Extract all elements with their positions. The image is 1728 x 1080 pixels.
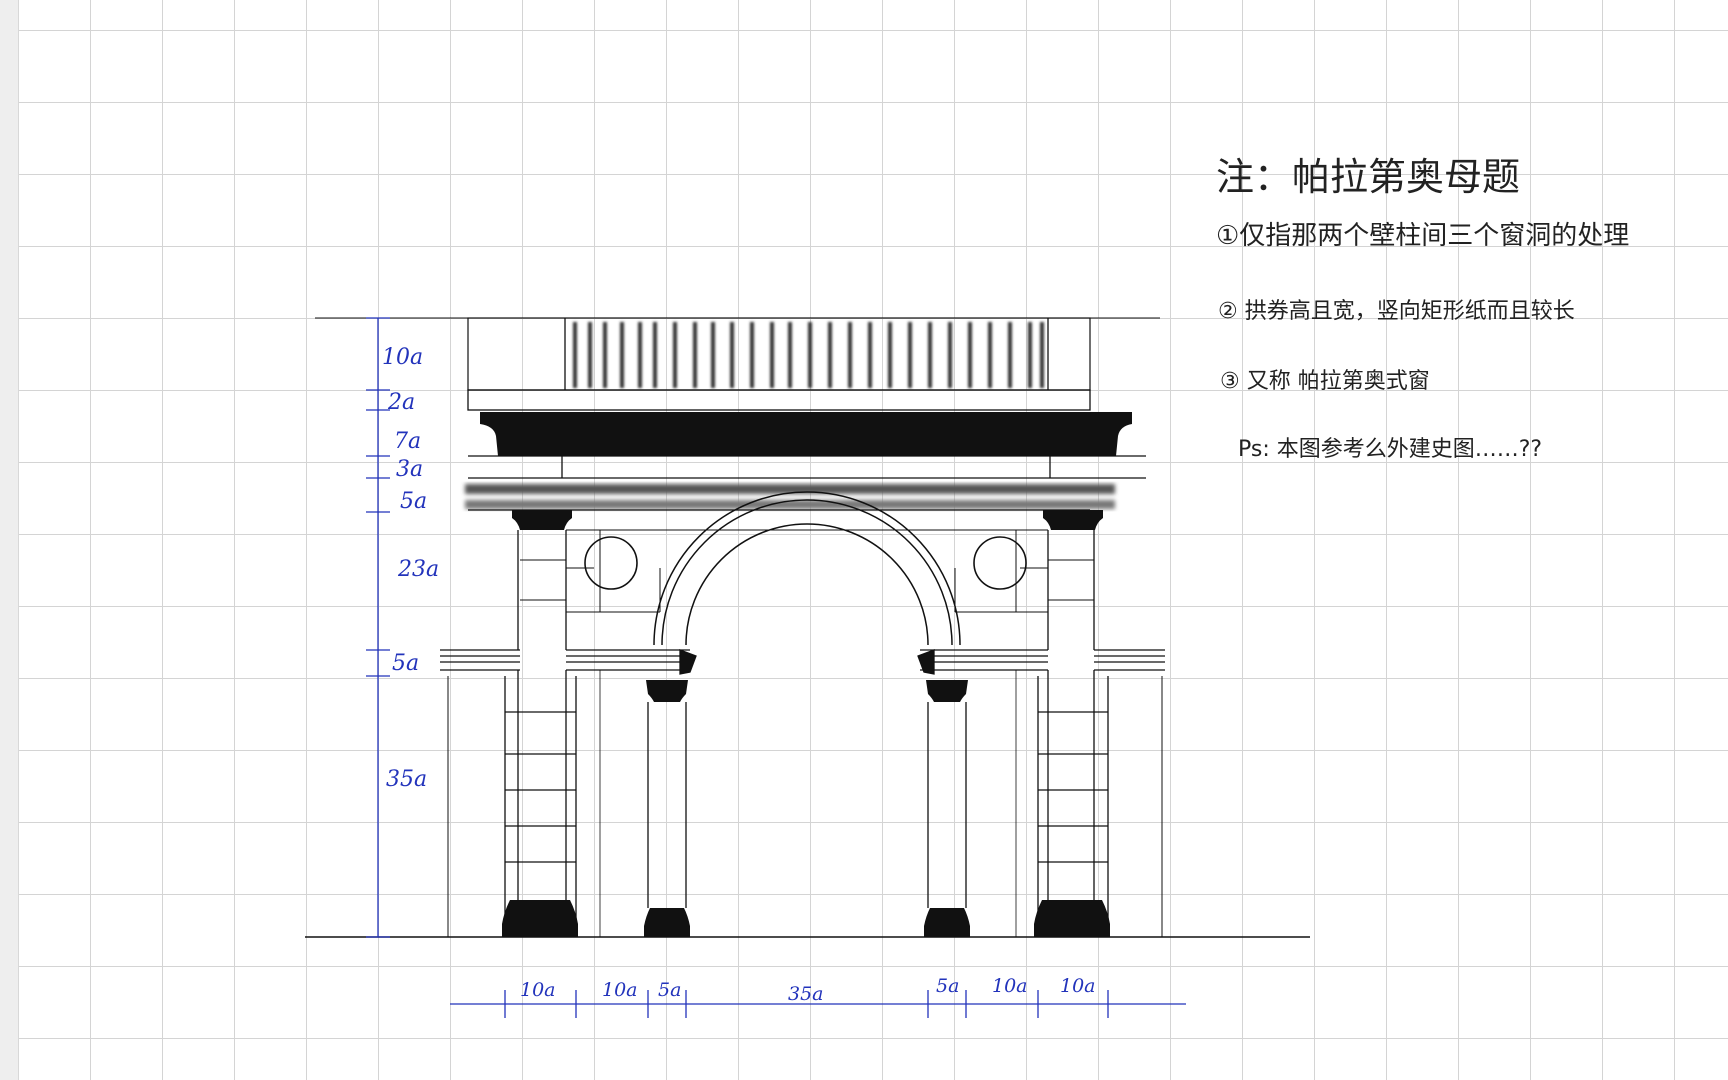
notes-block: 注：帕拉第奥母题 ①仅指那两个壁柱间三个窗洞的处理 ② 拱券高且宽，竖向矩形纸而… [1216, 155, 1629, 462]
right-pilaster-base [1034, 900, 1110, 937]
vertical-dimension-chain [366, 317, 390, 938]
left-pilaster-base [502, 900, 578, 937]
right-oculus [973, 536, 1027, 590]
central-arch [653, 491, 961, 646]
right-column-capital [926, 680, 968, 702]
right-pilaster-lower [1037, 670, 1109, 937]
dim-label-5a-column-left: 5a [658, 979, 681, 1001]
dim-label-35a-height: 35a [386, 767, 427, 792]
left-column-capital [646, 680, 688, 702]
dim-label-10a-pilaster-right: 10a [1060, 975, 1096, 997]
black-cornice [480, 412, 1132, 456]
left-pilaster-lower [504, 670, 577, 937]
notes-item-2: ② 拱券高且宽，竖向矩形纸而且较长 [1218, 299, 1575, 324]
notes-item-1: ①仅指那两个壁柱间三个窗洞的处理 [1216, 221, 1629, 251]
dim-label-23a: 23a [397, 557, 439, 582]
dim-label-2a: 2a [387, 390, 415, 415]
dim-label-3a: 3a [396, 457, 423, 482]
notes-ps: Ps: 本图参考么外建史图……?? [1238, 437, 1542, 462]
dim-label-5a-upper: 5a [400, 489, 427, 514]
notes-item-3: ③ 又称 帕拉第奥式窗 [1220, 369, 1430, 394]
left-column-base [644, 908, 690, 937]
dim-label-10a-bay-left: 10a [602, 979, 638, 1001]
dim-label-10a-pilaster-left: 10a [520, 979, 556, 1001]
dim-label-35a-arch: 35a [788, 983, 824, 1005]
dim-label-10a-top: 10a [382, 345, 423, 370]
right-pilaster-capital [1043, 510, 1103, 530]
dim-label-7a: 7a [394, 429, 421, 454]
right-column-base [924, 908, 970, 937]
drawing-canvas: 10a 2a 7a 3a 5a 23a 5a 35a 10a 10a 5a 35… [305, 155, 1629, 1018]
attic-frieze [467, 317, 1091, 391]
left-pilaster-capital [512, 510, 572, 530]
impost-band [440, 649, 1165, 675]
dim-label-5a-column-right: 5a [936, 975, 959, 997]
palladian-elevation [305, 317, 1310, 938]
dim-label-5a-impost: 5a [392, 651, 419, 676]
blurred-entablature-band [465, 484, 1115, 509]
dim-label-10a-bay-right: 10a [992, 975, 1028, 997]
thin-band [467, 389, 1091, 411]
upper-wall-stonework [520, 529, 1094, 613]
notes-title: 注：帕拉第奥母题 [1216, 155, 1520, 199]
left-oculus [584, 536, 638, 590]
